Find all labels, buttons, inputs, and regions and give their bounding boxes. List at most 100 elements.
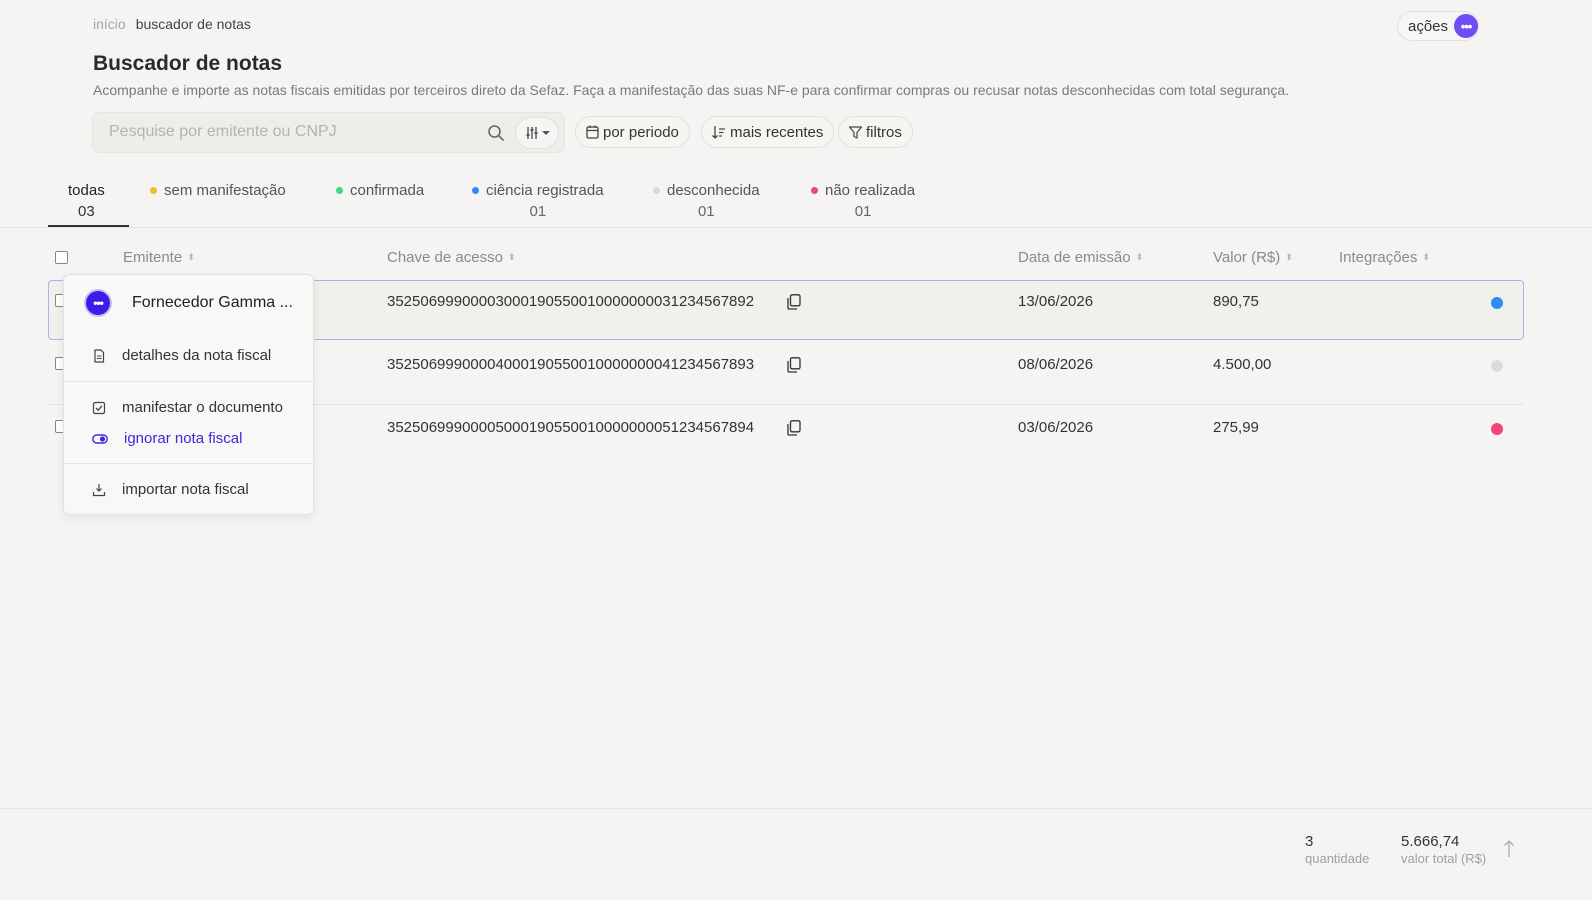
filters-label: filtros xyxy=(866,123,902,141)
copy-icon[interactable] xyxy=(787,294,801,310)
status-dot-icon xyxy=(811,187,818,194)
sort-icon: ⬍ xyxy=(1285,252,1293,262)
column-header-label: Data de emissão xyxy=(1018,249,1131,266)
document-icon xyxy=(94,348,105,363)
tab-label: todas xyxy=(68,182,105,199)
column-header-label: Chave de acesso xyxy=(387,249,503,266)
column-header-label: Integrações xyxy=(1339,249,1418,266)
menu-item-details[interactable]: detalhes da nota fiscal xyxy=(92,347,271,364)
menu-title: Fornecedor Gamma ... xyxy=(132,294,293,311)
copy-icon[interactable] xyxy=(787,420,801,436)
page-title: Buscador de notas xyxy=(93,52,283,75)
menu-separator xyxy=(64,381,313,382)
quantity-stat: 3 quantidade xyxy=(1305,833,1369,866)
search-bar xyxy=(92,112,565,153)
amount: 275,99 xyxy=(1213,419,1259,436)
sort-icon: ⬍ xyxy=(1135,252,1144,262)
calendar-icon xyxy=(586,125,599,139)
tab-count: 01 xyxy=(854,203,872,220)
sort-chip[interactable]: mais recentes xyxy=(701,116,835,148)
total-stat: 5.666,74 valor total (R$) xyxy=(1401,833,1486,866)
toggle-icon xyxy=(92,433,108,444)
tab-confirmada[interactable]: confirmada xyxy=(336,182,424,199)
amount: 4.500,00 xyxy=(1213,356,1272,373)
column-header-integracoes[interactable]: Integrações ⬍ xyxy=(1339,249,1430,266)
menu-item-label: ignorar nota fiscal xyxy=(124,430,243,447)
tab-label: confirmada xyxy=(350,182,425,199)
tab-count: 03 xyxy=(78,203,95,220)
search-input[interactable] xyxy=(109,123,469,141)
menu-item-label: importar nota fiscal xyxy=(122,481,249,498)
quantity-label: quantidade xyxy=(1305,851,1370,866)
period-filter-chip[interactable]: por periodo xyxy=(575,116,690,148)
issue-date: 08/06/2026 xyxy=(1018,356,1094,373)
status-dot-icon xyxy=(653,187,660,194)
column-header-valor[interactable]: Valor (R$) ⬍ xyxy=(1213,249,1293,266)
menu-item-manifest[interactable]: manifestar o documento xyxy=(92,399,283,416)
menu-item-import[interactable]: importar nota fiscal xyxy=(92,481,249,498)
access-key: 3525069990000400019055001000000004123456… xyxy=(387,356,755,373)
status-dot-icon xyxy=(472,187,479,194)
more-dots-icon[interactable]: ••• xyxy=(84,289,112,317)
tab-desconhecida[interactable]: desconhecida 01 xyxy=(653,182,760,220)
total-value: 5.666,74 xyxy=(1401,833,1460,850)
column-header-chave[interactable]: Chave de acesso ⬍ xyxy=(387,249,515,266)
page-description: Acompanhe e importe as notas fiscais emi… xyxy=(93,82,1290,98)
tab-todas[interactable]: todas 03 xyxy=(68,182,105,220)
menu-header: ••• Fornecedor Gamma ... xyxy=(84,289,293,317)
quantity-value: 3 xyxy=(1305,833,1314,850)
status-dot-icon xyxy=(150,187,157,194)
tab-label: não realizada xyxy=(825,182,916,199)
funnel-icon xyxy=(849,125,862,139)
amount: 890,75 xyxy=(1213,293,1259,310)
menu-separator xyxy=(64,463,313,464)
issue-date: 03/06/2026 xyxy=(1018,419,1094,436)
tab-label: sem manifestação xyxy=(164,182,286,199)
menu-item-ignore[interactable]: ignorar nota fiscal xyxy=(92,430,242,447)
column-header-emitente[interactable]: Emitente ⬍ xyxy=(123,249,195,266)
column-header-label: Valor (R$) xyxy=(1213,249,1281,266)
tab-count: 01 xyxy=(697,203,715,220)
breadcrumb-home-link[interactable]: início xyxy=(93,16,126,32)
search-icon[interactable] xyxy=(487,124,505,142)
arrow-up-icon[interactable] xyxy=(1501,838,1517,858)
filters-chip[interactable]: filtros xyxy=(838,116,913,148)
sort-icon: ⬍ xyxy=(507,252,516,262)
menu-item-label: manifestar o documento xyxy=(122,399,283,416)
select-all-checkbox[interactable] xyxy=(55,251,68,264)
caret-down-icon xyxy=(541,131,550,135)
tab-count: 01 xyxy=(529,203,547,220)
menu-item-label: detalhes da nota fiscal xyxy=(122,347,272,364)
actions-label: ações xyxy=(1408,17,1449,35)
column-header-data[interactable]: Data de emissão ⬍ xyxy=(1018,249,1143,266)
sort-descending-icon xyxy=(712,126,725,139)
sliders-icon xyxy=(526,127,537,139)
breadcrumb-current: buscador de notas xyxy=(135,16,251,32)
copy-icon[interactable] xyxy=(787,357,801,373)
access-key: 3525069990000300019055001000000003123456… xyxy=(387,293,755,310)
more-dots-icon: ••• xyxy=(1454,14,1478,38)
status-dot xyxy=(1491,297,1503,309)
period-filter-label: por periodo xyxy=(603,123,679,141)
column-settings-button[interactable] xyxy=(515,117,559,149)
checkbox-checked-icon xyxy=(92,401,106,414)
actions-button[interactable]: ações ••• xyxy=(1397,11,1479,41)
sort-icon: ⬍ xyxy=(1422,252,1430,262)
tab-label: desconhecida xyxy=(667,182,760,199)
tab-nao-realizada[interactable]: não realizada 01 xyxy=(811,182,915,220)
status-dot-icon xyxy=(336,187,343,194)
status-dot xyxy=(1491,360,1503,372)
issue-date: 13/06/2026 xyxy=(1018,293,1094,310)
status-dot xyxy=(1491,423,1503,435)
footer-divider xyxy=(0,808,1592,809)
row-context-menu: ••• Fornecedor Gamma ... detalhes da not… xyxy=(63,274,314,515)
total-label: valor total (R$) xyxy=(1401,851,1487,866)
access-key: 3525069990000500019055001000000005123456… xyxy=(387,419,755,436)
sort-icon: ⬍ xyxy=(187,252,195,262)
import-icon xyxy=(92,483,106,496)
tab-sem-manifestacao[interactable]: sem manifestação xyxy=(150,182,286,199)
tabs-divider xyxy=(0,227,1592,228)
tab-ciencia-registrada[interactable]: ciência registrada 01 xyxy=(472,182,604,220)
sort-label: mais recentes xyxy=(730,123,824,141)
tab-label: ciência registrada xyxy=(486,182,604,199)
